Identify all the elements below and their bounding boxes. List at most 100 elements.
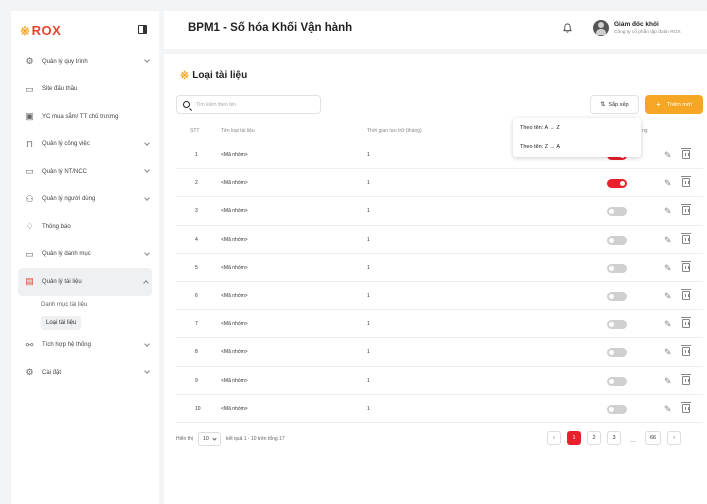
table-row[interactable]: 8 <Mã nhóm> 1 ✎ xyxy=(176,338,703,367)
monitor-icon: ▭ xyxy=(25,83,34,94)
sidebar-item-integration[interactable]: ⚯ Tích hợp hệ thống xyxy=(11,332,159,360)
page-button-last[interactable]: 66 xyxy=(645,431,661,445)
sidebar-item-label: Thông báo xyxy=(42,223,71,230)
cell-storage-time: 1 xyxy=(367,152,370,158)
status-toggle[interactable] xyxy=(607,320,627,330)
search-box[interactable] xyxy=(176,95,321,114)
page-button-2[interactable]: 2 xyxy=(587,431,601,445)
prev-page-button[interactable]: ‹ xyxy=(547,431,561,445)
cell-name: <Mã nhóm> xyxy=(221,349,248,356)
briefcase-icon: ⊓ xyxy=(25,138,34,149)
status-toggle[interactable] xyxy=(607,235,627,245)
sidebar-item-users[interactable]: ⚇ Quản lý người dùng xyxy=(11,186,159,214)
page-button-1[interactable]: 1 xyxy=(567,431,581,445)
trash-icon[interactable] xyxy=(681,176,691,188)
trash-icon[interactable] xyxy=(681,148,691,159)
cell-name: <Mã nhóm> xyxy=(221,377,248,384)
edit-icon[interactable]: ✎ xyxy=(664,178,672,189)
sidebar-item-tasks[interactable]: ⊓ Quản lý công việc xyxy=(11,131,159,159)
table-row[interactable]: 5 <Mã nhóm> 1 ✎ xyxy=(176,254,703,282)
trash-icon[interactable] xyxy=(681,204,691,216)
sidebar-item-notifications[interactable]: ♢ Thông báo xyxy=(11,213,159,241)
edit-icon[interactable]: ✎ xyxy=(664,150,672,161)
cell-stt: 7 xyxy=(195,321,198,328)
chevron-down-icon xyxy=(144,57,150,63)
sidebar-subitem-label: Loại tài liệu xyxy=(41,315,82,330)
cell-stt: 9 xyxy=(195,377,198,384)
trash-icon[interactable] xyxy=(681,345,691,357)
sidebar-item-workflow[interactable]: ⚙ Quản lý quy trình xyxy=(11,48,159,76)
sort-option-az[interactable]: Theo tên: A → Z xyxy=(513,121,641,134)
cell-storage-time: 1 xyxy=(367,377,370,384)
trash-icon[interactable] xyxy=(681,401,691,413)
add-new-button[interactable]: + Thêm mới xyxy=(645,95,703,114)
cell-storage-time: 1 xyxy=(367,236,370,243)
table-row[interactable]: 10 <Mã nhóm> 1 ✎ xyxy=(176,395,703,423)
trash-icon[interactable] xyxy=(681,260,691,272)
chevron-down-icon xyxy=(212,435,217,441)
sidebar-item-categories[interactable]: ▭ Quản lý danh mục xyxy=(11,241,159,269)
column-header-name[interactable]: Tên loại tài liệu xyxy=(221,128,255,134)
sidebar-item-suppliers[interactable]: ▭ Quản lý NT/NCC xyxy=(11,158,159,186)
table-row[interactable]: 3 <Mã nhóm> 1 ✎ xyxy=(176,197,703,226)
page-size-select[interactable]: 10 xyxy=(197,432,221,446)
sidebar-item-documents[interactable]: ▤ Quản lý tài liệu xyxy=(18,268,152,296)
sidebar-item-label: Quản lý người dùng xyxy=(42,196,96,203)
rox-mark-icon: ※ xyxy=(180,70,190,82)
edit-icon[interactable]: ✎ xyxy=(664,291,672,302)
sidebar-item-label: Site đấu thầu xyxy=(42,86,78,93)
edit-icon[interactable]: ✎ xyxy=(664,404,672,415)
chevron-down-icon xyxy=(144,139,150,146)
cell-storage-time: 1 xyxy=(367,405,370,412)
status-toggle[interactable] xyxy=(607,376,627,386)
trash-icon[interactable] xyxy=(681,317,691,329)
table-row[interactable]: 9 <Mã nhóm> 1 ✎ xyxy=(176,367,703,395)
next-page-button[interactable]: › xyxy=(667,431,681,445)
edit-icon[interactable]: ✎ xyxy=(664,319,672,330)
sidebar-subitem-document-types[interactable]: Loại tài liệu xyxy=(11,314,159,332)
table-row[interactable]: 7 <Mã nhóm> 1 ✎ xyxy=(176,310,703,339)
status-toggle[interactable] xyxy=(607,207,627,217)
sidebar-item-bidding-site[interactable]: ▭ Site đấu thầu xyxy=(11,76,159,104)
table-row[interactable]: 6 <Mã nhóm> 1 ✎ xyxy=(176,282,703,311)
cell-storage-time: 1 xyxy=(367,180,370,187)
cell-name: <Mã nhóm> xyxy=(221,180,248,187)
edit-icon[interactable]: ✎ xyxy=(664,206,672,217)
trash-icon[interactable] xyxy=(681,288,691,300)
edit-icon[interactable]: ✎ xyxy=(664,263,672,274)
notification-bell-icon[interactable] xyxy=(563,23,572,33)
cell-storage-time: 1 xyxy=(367,321,370,328)
sort-dropdown: Theo tên: A → Z Theo tên: Z → A xyxy=(513,118,641,157)
rox-logo[interactable]: ※ ROX xyxy=(20,23,61,38)
sort-option-za[interactable]: Theo tên: Z → A xyxy=(513,140,641,153)
status-toggle[interactable] xyxy=(607,291,627,301)
status-toggle[interactable] xyxy=(607,404,627,414)
status-toggle[interactable] xyxy=(607,179,627,189)
trash-icon[interactable] xyxy=(681,373,691,385)
edit-icon[interactable]: ✎ xyxy=(664,347,672,358)
trash-icon[interactable] xyxy=(681,232,691,244)
status-toggle[interactable] xyxy=(607,348,627,358)
sort-button[interactable]: ⇅ Sắp xếp xyxy=(590,95,639,114)
workflow-icon: ⚙ xyxy=(25,56,34,67)
cell-storage-time: 1 xyxy=(367,264,370,271)
edit-icon[interactable]: ✎ xyxy=(664,376,672,387)
sidebar-item-settings[interactable]: ⚙ Cài đặt xyxy=(11,359,159,387)
cell-name: <Mã nhóm> xyxy=(221,405,248,412)
status-toggle[interactable] xyxy=(607,263,627,273)
sidebar-item-purchase-request[interactable]: ▣ YC mua sắm/ TT chủ trương xyxy=(11,103,159,131)
search-input[interactable] xyxy=(196,101,306,108)
table-row[interactable]: 2 <Mã nhóm> 1 ✎ xyxy=(176,169,703,198)
cell-stt: 6 xyxy=(195,292,198,299)
avatar[interactable] xyxy=(593,20,609,36)
table-row[interactable]: 4 <Mã nhóm> 1 ✎ xyxy=(176,226,703,254)
edit-icon[interactable]: ✎ xyxy=(664,235,672,246)
sidebar-collapse-icon[interactable] xyxy=(138,25,147,34)
cell-name: <Mã nhóm> xyxy=(221,292,248,299)
page-title: BPM1 - Số hóa Khối Vận hành xyxy=(188,22,353,34)
column-header-storage-time[interactable]: Thời gian lưu trữ (tháng) xyxy=(367,128,422,134)
sidebar-subitem-document-catalog[interactable]: Danh mục tài liệu xyxy=(11,296,159,314)
sidebar-nav: ⚙ Quản lý quy trình ▭ Site đấu thầu ▣ YC… xyxy=(11,48,159,387)
chevron-down-icon xyxy=(144,249,150,256)
page-button-3[interactable]: 3 xyxy=(607,431,621,445)
